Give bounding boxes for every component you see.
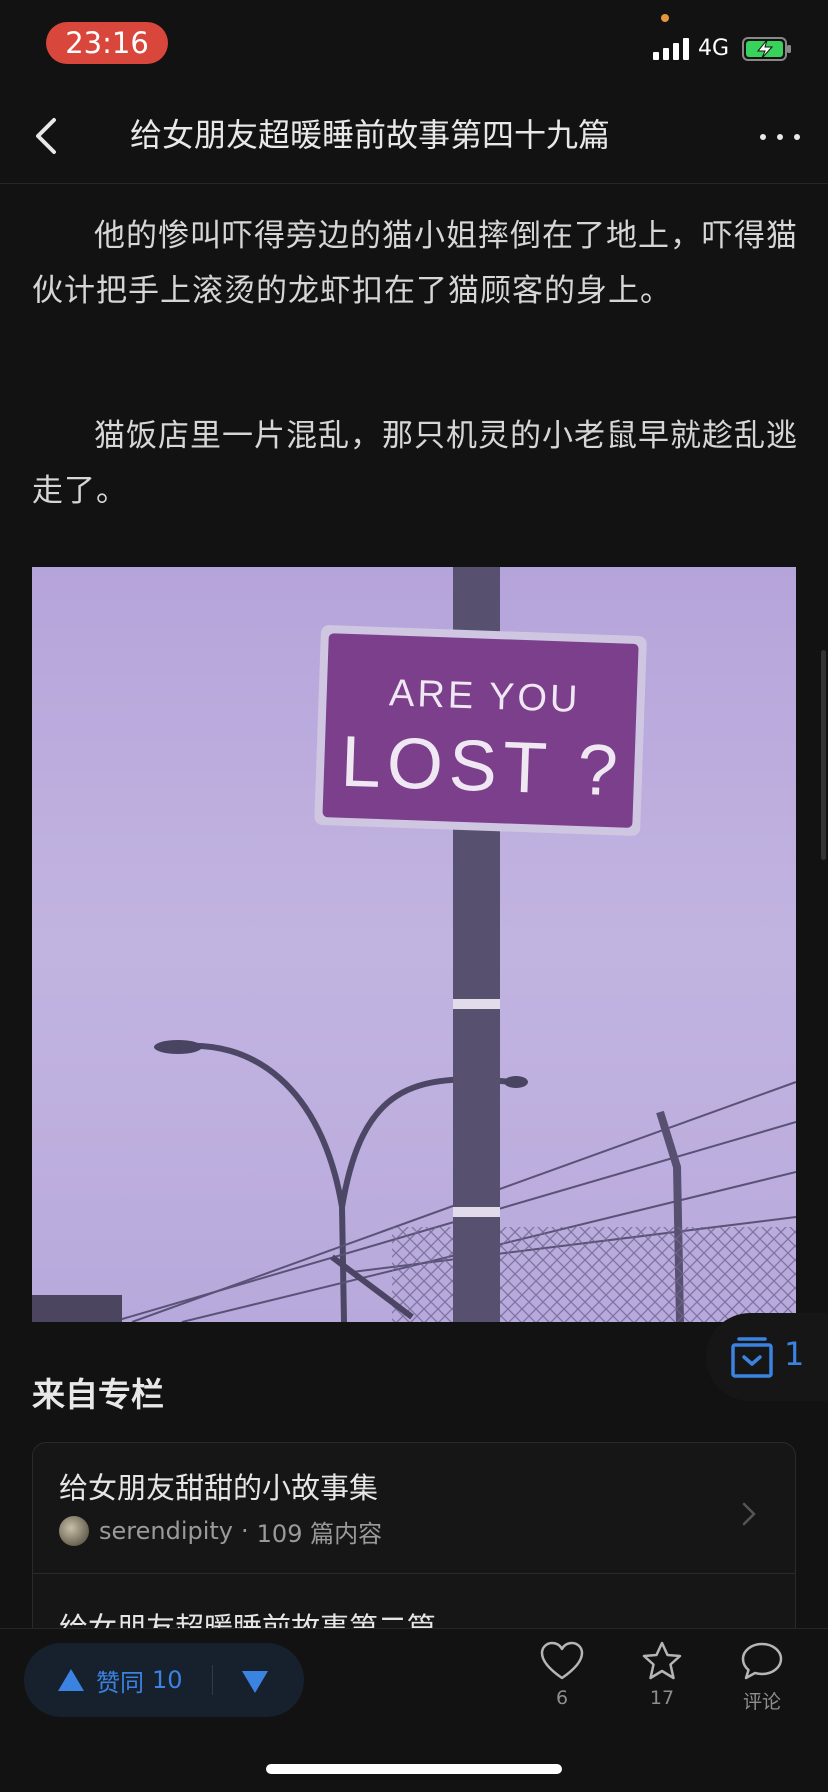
chevron-left-icon[interactable]: [24, 108, 72, 164]
column-author-row: serendipity · 109 篇内容: [59, 1515, 383, 1548]
network-type: 4G: [698, 36, 730, 61]
column-article-count: 109 篇内容: [256, 1519, 383, 1548]
heart-icon: [540, 1641, 584, 1680]
scrollbar[interactable]: [821, 650, 826, 860]
home-indicator[interactable]: [266, 1764, 562, 1774]
lost-sign-photo: ARE YOU LOST ?: [32, 567, 796, 1322]
chevron-right-icon: [742, 1502, 756, 1526]
collection-icon: [731, 1337, 773, 1378]
vote-pill: 赞同 10: [24, 1643, 304, 1717]
downvote-button[interactable]: [242, 1671, 268, 1693]
divider: [33, 1573, 795, 1574]
favorite-count: 17: [649, 1687, 675, 1709]
sign-text-line1: ARE YOU: [388, 672, 581, 721]
article-image[interactable]: ARE YOU LOST ?: [32, 567, 796, 1322]
signal-icon: [653, 38, 691, 60]
like-count: 6: [555, 1687, 569, 1709]
page-title: 给女朋友超暖睡前故事第四十九篇: [130, 116, 611, 154]
favorite-button[interactable]: 17: [622, 1641, 702, 1741]
more-horizontal-icon[interactable]: [750, 118, 810, 154]
comment-icon: [741, 1642, 783, 1680]
nav-header: 给女朋友超暖睡前故事第四十九篇: [0, 88, 828, 184]
status-time: 23:16: [46, 22, 168, 64]
comment-label: 评论: [742, 1691, 781, 1713]
upvote-button[interactable]: 赞同 10: [58, 1643, 183, 1717]
collection-count: 1: [784, 1335, 805, 1373]
privacy-indicator-dot: [661, 14, 669, 22]
star-icon: [642, 1641, 682, 1680]
column-card[interactable]: 给女朋友甜甜的小故事集 serendipity · 109 篇内容 给女朋友超暖…: [32, 1442, 796, 1642]
separator: ·: [241, 1517, 249, 1545]
collection-button[interactable]: 1: [706, 1313, 828, 1401]
divider: [212, 1665, 213, 1695]
battery-charging-icon: [742, 37, 791, 61]
upvote-count: 10: [152, 1666, 183, 1694]
sign-text-line2: LOST ?: [340, 722, 625, 812]
article-paragraph: 他的惨叫吓得旁边的猫小姐摔倒在了地上，吓得猫伙计把手上滚烫的龙虾扣在了猫顾客的身…: [32, 218, 798, 309]
status-bar: 23:16 4G: [0, 0, 828, 88]
comment-button[interactable]: 评论: [722, 1641, 802, 1741]
like-button[interactable]: 6: [522, 1641, 602, 1741]
avatar: [59, 1516, 89, 1546]
column-title[interactable]: 给女朋友甜甜的小故事集: [59, 1465, 378, 1507]
author-name: serendipity: [99, 1517, 234, 1545]
article-paragraph: 猫饭店里一片混乱，那只机灵的小老鼠早就趁乱逃走了。: [32, 418, 798, 509]
upvote-label: 赞同: [96, 1668, 144, 1697]
triangle-up-icon: [58, 1669, 84, 1691]
section-title: 来自专栏: [32, 1375, 164, 1414]
